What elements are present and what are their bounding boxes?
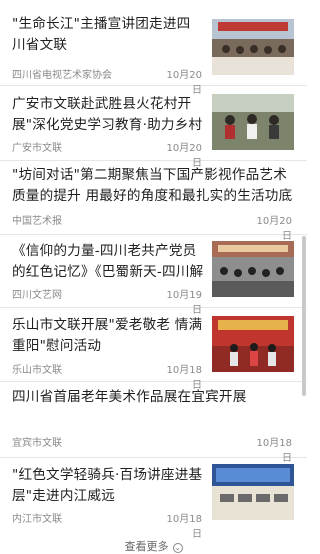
load-more-label: 查看更多 [124, 540, 169, 553]
chevron-down-icon: ⌄ [172, 543, 183, 553]
news-thumbnail[interactable] [212, 464, 294, 520]
news-source: 四川省电视艺术家协会 [12, 70, 112, 81]
news-source: 四川文艺网 [12, 290, 62, 301]
news-list-item[interactable]: "坊间对话"第二期聚焦当下国产影视作品艺术质量的提升 用最好的角度和最扎实的生活… [0, 161, 307, 242]
news-thumbnail[interactable] [212, 19, 294, 75]
news-thumbnail[interactable] [212, 316, 294, 372]
news-title[interactable]: "坊间对话"第二期聚焦当下国产影视作品艺术质量的提升 用最好的角度和最扎实的生活… [12, 165, 294, 207]
news-title[interactable]: 乐山市文联开展"爱老敬老 情满重阳"慰问活动 [12, 315, 204, 357]
news-list-item[interactable]: 乐山市文联开展"爱老敬老 情满重阳"慰问活动 乐山市文联 10月18日 [0, 308, 307, 391]
news-source: 乐山市文联 [12, 365, 62, 376]
scrollbar[interactable] [302, 236, 306, 396]
news-list-item[interactable]: 四川省首届老年美术作品展在宜宾开展 宜宾市文联 10月18日 [0, 382, 307, 464]
news-title[interactable]: 四川省首届老年美术作品展在宜宾开展 [12, 387, 294, 408]
news-thumbnail[interactable] [212, 94, 294, 150]
news-source: 宜宾市文联 [12, 438, 62, 449]
news-feed: "生命长江"主播宣讲团走进四川省文联 四川省电视艺术家协会 10月20日 广安市… [0, 0, 307, 553]
news-source: 内江市文联 [12, 514, 62, 525]
news-thumbnail[interactable] [212, 241, 294, 297]
news-title[interactable]: "红色文学轻骑兵·百场讲座进基层"走进内江威远 [12, 465, 204, 507]
news-source: 广安市文联 [12, 143, 62, 154]
news-list-item[interactable]: "红色文学轻骑兵·百场讲座进基层"走进内江威远 内江市文联 10月18日 [0, 458, 307, 540]
news-title[interactable]: 广安市文联赴武胜县火花村开展"深化党史学习教育·助力乡村 [12, 94, 204, 136]
news-title[interactable]: 《信仰的力量-四川老共产党员的红色记忆》《巴蜀新天-四川解放 [12, 241, 204, 283]
news-list-item[interactable]: 广安市文联赴武胜县火花村开展"深化党史学习教育·助力乡村 广安市文联 10月20… [0, 86, 307, 169]
news-list-item[interactable]: "生命长江"主播宣讲团走进四川省文联 四川省电视艺术家协会 10月20日 [0, 0, 307, 96]
news-list-item[interactable]: 《信仰的力量-四川老共产党员的红色记忆》《巴蜀新天-四川解放 四川文艺网 10月… [0, 235, 307, 316]
news-date: 10月18日 [166, 514, 202, 540]
news-title[interactable]: "生命长江"主播宣讲团走进四川省文联 [12, 14, 204, 56]
news-source: 中国艺术报 [12, 216, 62, 227]
